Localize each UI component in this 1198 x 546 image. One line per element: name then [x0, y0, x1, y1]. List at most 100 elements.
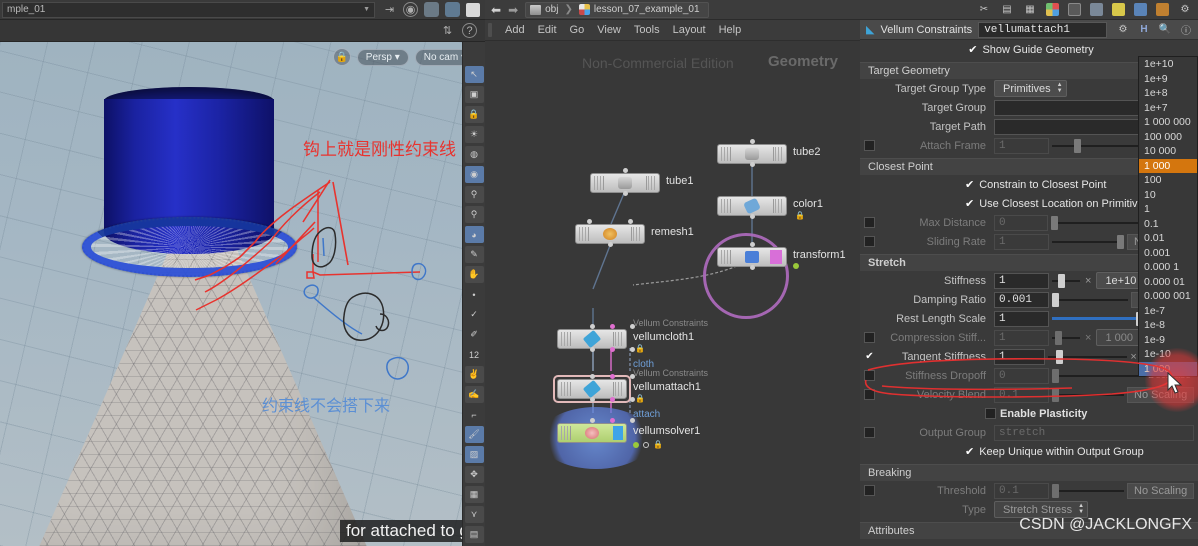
list-icon[interactable]: ▤: [1000, 3, 1014, 17]
node-body[interactable]: [717, 247, 787, 267]
tangent-stiffness-slider[interactable]: [1048, 349, 1128, 365]
stiffness-input[interactable]: 1: [994, 272, 1049, 289]
node-body[interactable]: [590, 173, 660, 193]
node-output-connector-2[interactable]: [610, 347, 615, 352]
keep-unique-checkbox[interactable]: ✔ Keep Unique within Output Group: [965, 445, 1144, 459]
node-vellumcloth1[interactable]: Vellum Constraints vellumcloth1 🔒 cloth: [557, 318, 708, 370]
note-icon[interactable]: [1112, 3, 1125, 16]
node-output-connector-2[interactable]: [610, 397, 615, 402]
pin-icon[interactable]: ⇥: [382, 2, 397, 17]
target-group-type-dropdown[interactable]: Primitives ▲ ▼: [994, 80, 1067, 97]
back-arrow-icon[interactable]: ⬅: [491, 3, 501, 17]
dropdown-item[interactable]: 0.001: [1139, 246, 1197, 261]
node-body[interactable]: [557, 423, 627, 443]
render-flag[interactable]: [643, 441, 649, 448]
grid-icon[interactable]: [1068, 3, 1081, 16]
check-tool-icon[interactable]: ✓: [465, 306, 484, 323]
rail-handle[interactable]: [465, 46, 484, 63]
globe-icon[interactable]: [424, 2, 439, 17]
measure-tool-icon[interactable]: ⌐: [465, 406, 484, 423]
search-icon[interactable]: 🔍: [1158, 23, 1172, 37]
dropdown-item[interactable]: 1e-7: [1139, 304, 1197, 319]
row-keep-unique[interactable]: ✔ Keep Unique within Output Group: [860, 442, 1198, 461]
velocity-blend-slider[interactable]: [1052, 387, 1124, 403]
row-output-group[interactable]: Output Group stretch: [860, 423, 1198, 442]
dropdown-item[interactable]: 100: [1139, 173, 1197, 188]
output-group-input[interactable]: stretch: [994, 424, 1194, 441]
slider-handle[interactable]: [1058, 273, 1065, 288]
node-output-connector[interactable]: [590, 397, 595, 402]
dropdown-item[interactable]: 1e+8: [1139, 86, 1197, 101]
dropdown-item[interactable]: 1e-9: [1139, 333, 1197, 348]
dropdown-item[interactable]: 10 000: [1139, 144, 1197, 159]
stiffness-dropoff-checkbox[interactable]: [864, 370, 875, 381]
houdini-h-icon[interactable]: H: [1137, 23, 1151, 37]
display-flag[interactable]: [793, 263, 799, 269]
help-icon[interactable]: ?: [462, 23, 477, 38]
menu-help[interactable]: Help: [719, 24, 742, 36]
menu-layout[interactable]: Layout: [673, 24, 706, 36]
dropdown-item[interactable]: 0.1: [1139, 217, 1197, 232]
rest-length-scale-input[interactable]: 1: [994, 310, 1049, 327]
row-enable-plasticity[interactable]: Enable Plasticity: [860, 404, 1198, 423]
slider-handle[interactable]: [1052, 387, 1059, 402]
breadcrumb[interactable]: obj ❯ lesson_07_example_01: [525, 1, 709, 18]
node-input-connector-3[interactable]: [630, 418, 635, 423]
compression-stiffness-checkbox[interactable]: [864, 332, 875, 343]
node-remesh1[interactable]: remesh1: [575, 219, 694, 247]
compression-stiffness-input[interactable]: 1: [994, 329, 1049, 346]
box-icon[interactable]: [1156, 3, 1169, 16]
slider-handle[interactable]: [1051, 215, 1059, 230]
enable-plasticity-checkbox[interactable]: [985, 408, 996, 419]
stiffness-slider[interactable]: [1052, 273, 1080, 289]
menu-add[interactable]: Add: [505, 24, 525, 36]
light-tool-icon[interactable]: ☀: [464, 126, 484, 143]
node-transform1[interactable]: transform1: [717, 242, 846, 270]
dropdown-item[interactable]: 1e-8: [1139, 318, 1197, 333]
slider-handle[interactable]: [1052, 368, 1059, 383]
threshold-input[interactable]: 0.1: [994, 482, 1049, 499]
velocity-blend-checkbox[interactable]: [864, 389, 875, 400]
dropdown-item[interactable]: 1: [1139, 202, 1197, 217]
node-vellumattach1[interactable]: Vellum Constraints vellumattach1 🔒 attac…: [557, 368, 708, 420]
row-threshold[interactable]: Threshold 0.1 No Scaling: [860, 481, 1198, 500]
sort-icon[interactable]: ⇅: [440, 23, 455, 38]
network-canvas[interactable]: Non-Commercial Edition Geometry tube2 co…: [485, 41, 860, 546]
damping-ratio-input[interactable]: 0.001: [994, 291, 1049, 308]
sliding-rate-slider[interactable]: [1052, 234, 1124, 250]
use-closest-location-checkbox[interactable]: ✔ Use Closest Location on Primitive: [965, 197, 1144, 211]
select-tool-icon[interactable]: ↖: [464, 66, 484, 83]
render-icon[interactable]: [1090, 3, 1103, 16]
node-tube2[interactable]: tube2: [717, 139, 821, 167]
view-selector[interactable]: Persp ▾: [356, 48, 409, 66]
node-output-connector[interactable]: [750, 265, 755, 270]
transform-tool-icon[interactable]: ✥: [464, 466, 484, 483]
chevron-down-icon[interactable]: ▼: [363, 6, 370, 13]
sheet-icon[interactable]: ▦: [1023, 3, 1037, 17]
attach-frame-input[interactable]: 1: [994, 137, 1049, 154]
white-square-icon[interactable]: [466, 2, 480, 17]
threshold-checkbox[interactable]: [864, 485, 875, 496]
dropdown-item[interactable]: 1e+10: [1139, 57, 1197, 72]
dropdown-item[interactable]: 1e+9: [1139, 72, 1197, 87]
node-body[interactable]: [717, 144, 787, 164]
forward-arrow-icon[interactable]: ➡: [508, 3, 518, 17]
damping-ratio-slider[interactable]: [1052, 292, 1128, 308]
gear-icon[interactable]: ⚙: [1178, 3, 1192, 17]
dropdown-item[interactable]: 1 000: [1139, 158, 1197, 173]
slider-handle[interactable]: [1055, 330, 1062, 345]
dropdown-item[interactable]: 100 000: [1139, 130, 1197, 145]
row-velocity-blend[interactable]: Velocity Blend 0.1 No Scaling: [860, 385, 1198, 404]
sphere-tool-icon[interactable]: ◍: [464, 146, 484, 163]
dropdown-item[interactable]: 1 000 000: [1139, 115, 1197, 130]
slider-handle[interactable]: [1074, 138, 1081, 153]
breadcrumb-obj[interactable]: obj: [545, 4, 558, 15]
slider-handle[interactable]: [1052, 292, 1059, 307]
stack-tool-icon[interactable]: ▤: [464, 526, 484, 543]
brush-tool-icon[interactable]: 🖌: [464, 426, 484, 443]
max-distance-checkbox[interactable]: [864, 217, 875, 228]
menu-view[interactable]: View: [597, 24, 621, 36]
uv-tool-icon[interactable]: ▨: [464, 446, 484, 463]
target-icon[interactable]: ◉: [403, 2, 418, 17]
menubar-grip[interactable]: [488, 23, 492, 37]
